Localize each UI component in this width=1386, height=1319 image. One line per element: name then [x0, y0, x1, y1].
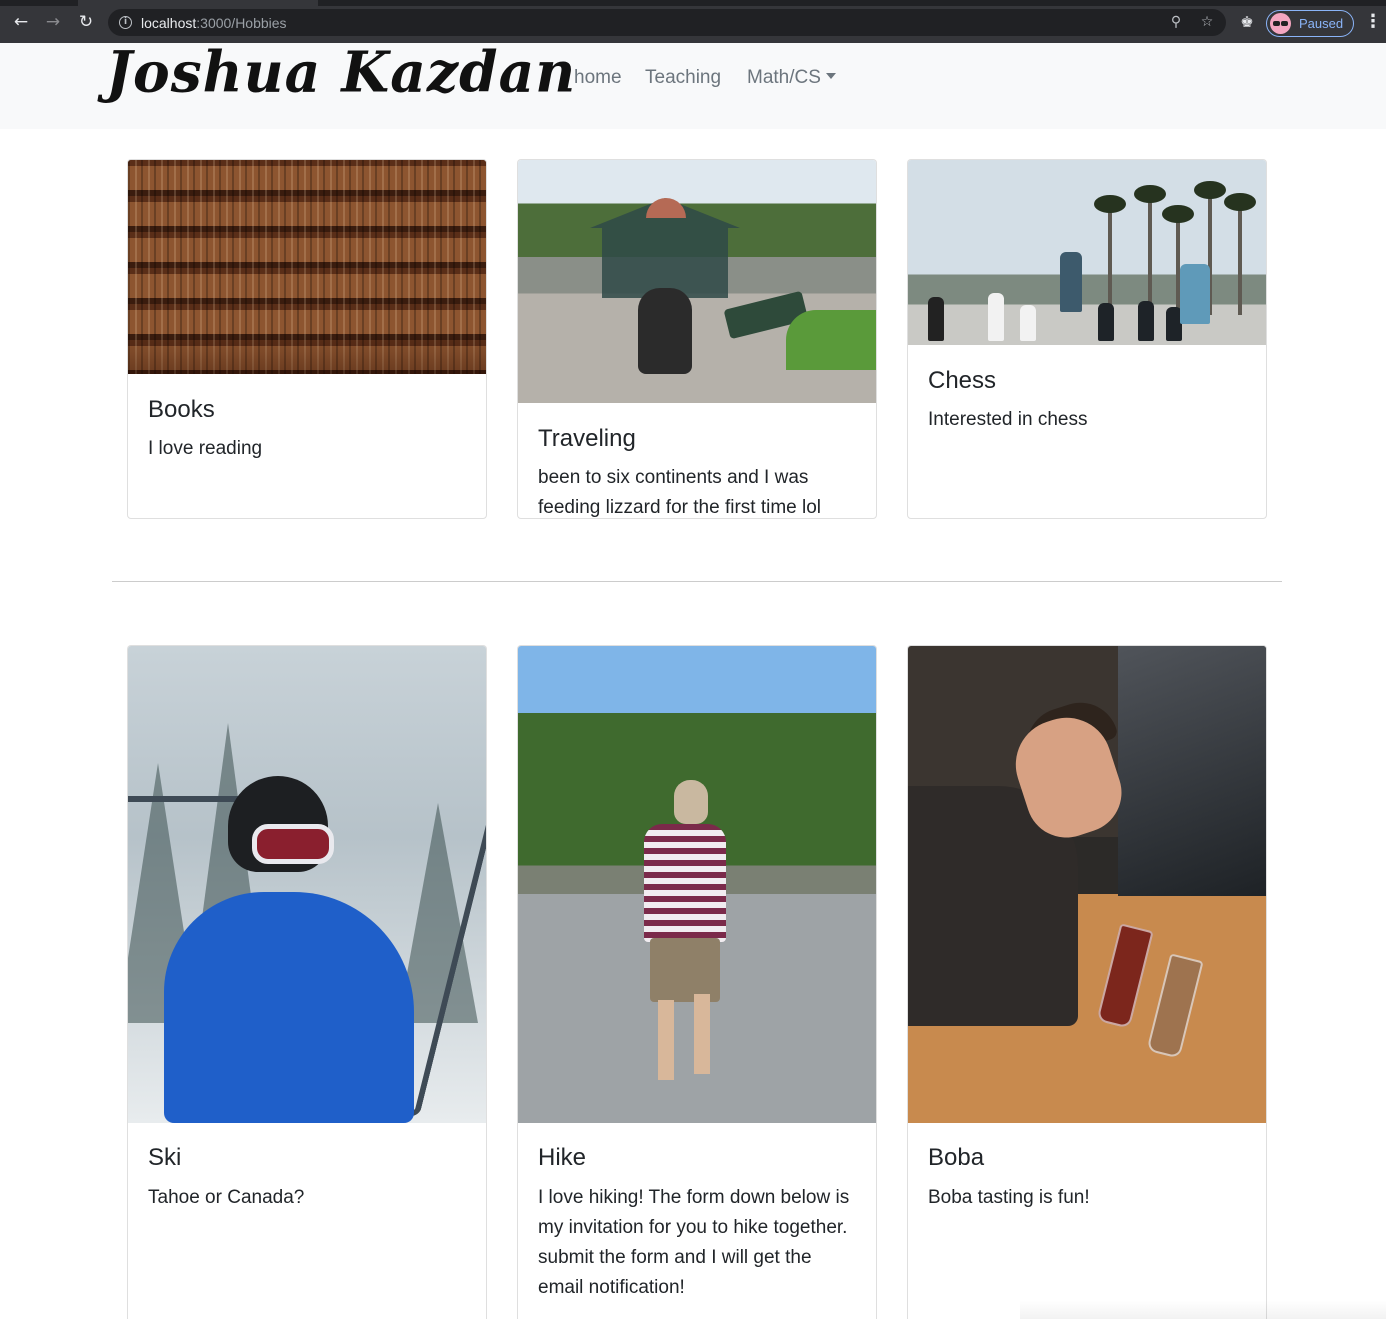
menu-icon[interactable]: ⋮: [1364, 12, 1382, 32]
hobby-card-boba: Boba Boba tasting is fun!: [907, 645, 1267, 1319]
profile-status: Paused: [1299, 16, 1344, 31]
active-tab[interactable]: [78, 0, 318, 6]
avatar: [1270, 13, 1291, 34]
card-title: Chess: [928, 367, 997, 394]
card-title: Traveling: [538, 425, 636, 452]
books-image: [128, 160, 486, 374]
card-title: Boba: [928, 1144, 985, 1171]
tab-strip: [0, 0, 1386, 6]
hobby-card-ski: Ski Tahoe or Canada?: [127, 645, 487, 1319]
forward-icon[interactable]: →: [44, 13, 62, 31]
section-divider: [112, 581, 1282, 582]
nav-math-cs-dropdown[interactable]: Math/CS: [747, 67, 836, 89]
url-host: localhost: [141, 15, 197, 31]
extensions-icon[interactable]: ♚: [1238, 13, 1256, 31]
profile-button[interactable]: Paused: [1266, 10, 1354, 37]
card-title: Hike: [538, 1144, 587, 1171]
hobby-card-chess: Chess Interested in chess: [907, 159, 1267, 519]
toast-shadow: [1020, 1300, 1386, 1319]
site-navbar: Joshua Kazdan home Teaching Math/CS: [0, 38, 1386, 129]
boba-image: [908, 646, 1266, 1123]
card-text: Tahoe or Canada?: [148, 1187, 305, 1208]
card-text: I love hiking! The form down below is my…: [538, 1187, 850, 1298]
url-text[interactable]: localhost:3000/Hobbies: [141, 15, 287, 31]
hobby-card-books: Books I love reading: [127, 159, 487, 519]
zoom-icon[interactable]: ⚲: [1168, 14, 1184, 30]
nav-math-cs-label: Math/CS: [747, 67, 821, 88]
card-text: Boba tasting is fun!: [928, 1187, 1090, 1208]
info-icon[interactable]: i: [119, 16, 132, 29]
card-text: been to six continents and I was feeding…: [538, 467, 822, 518]
browser-toolbar: ← → ↻ i localhost:3000/Hobbies ⚲ ☆ ♚ Pau…: [0, 0, 1386, 43]
nav-home[interactable]: home: [574, 67, 622, 89]
card-title: Books: [148, 396, 215, 423]
url-path: :3000/Hobbies: [196, 15, 287, 31]
back-icon[interactable]: ←: [12, 13, 30, 31]
ski-image: [128, 646, 486, 1123]
card-text: I love reading: [148, 438, 263, 459]
address-bar[interactable]: i localhost:3000/Hobbies ⚲ ☆: [108, 9, 1226, 36]
chevron-down-icon: [825, 73, 836, 79]
card-text: Interested in chess: [928, 409, 1088, 430]
hobby-card-hike: Hike I love hiking! The form down below …: [517, 645, 877, 1319]
chess-image: [908, 160, 1266, 345]
hike-image: [518, 646, 876, 1123]
reload-icon[interactable]: ↻: [77, 13, 95, 31]
card-title: Ski: [148, 1144, 182, 1171]
traveling-image: [518, 160, 876, 403]
brand-logo[interactable]: Joshua Kazdan: [106, 38, 576, 104]
star-icon[interactable]: ☆: [1199, 14, 1215, 30]
nav-teaching[interactable]: Teaching: [645, 67, 721, 89]
hobby-card-traveling: Traveling been to six continents and I w…: [517, 159, 877, 519]
